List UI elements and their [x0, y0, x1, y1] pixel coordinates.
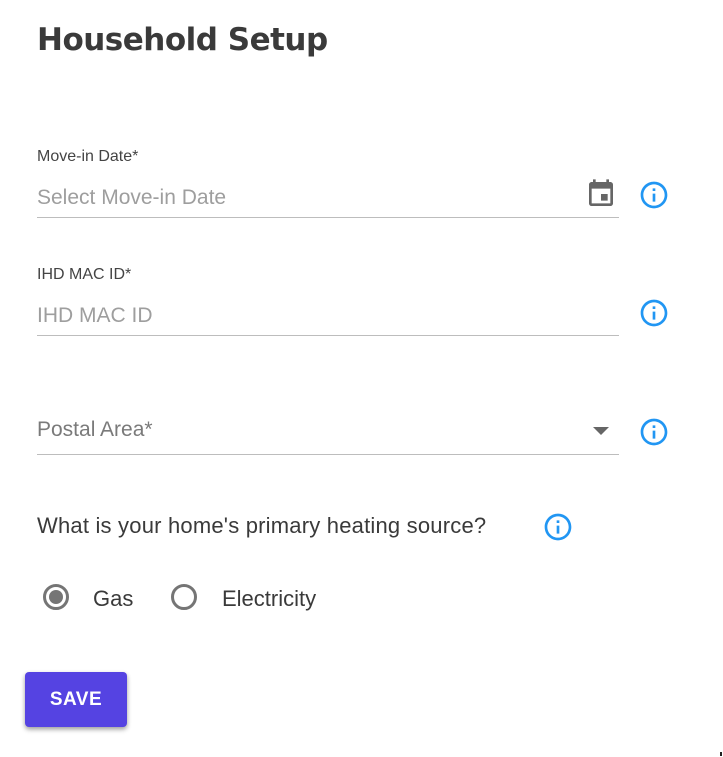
radio-label-electricity: Electricity — [222, 586, 317, 611]
calendar-icon[interactable] — [585, 178, 617, 210]
ihd-mac-id-input[interactable] — [37, 296, 619, 336]
move-in-date-input[interactable] — [37, 178, 619, 218]
radio-button-checked[interactable] — [43, 584, 69, 610]
postal-area-placeholder: Postal Area* — [37, 418, 153, 441]
radio-dot — [49, 590, 63, 604]
info-icon[interactable] — [638, 179, 670, 211]
radio-option-gas[interactable]: Gas — [43, 584, 153, 616]
info-icon[interactable] — [638, 297, 670, 329]
heating-source-question: What is your home's primary heating sour… — [37, 513, 487, 538]
page-title: Household Setup — [37, 22, 328, 58]
corner-mark — [720, 752, 722, 756]
info-icon[interactable] — [542, 511, 574, 543]
ihd-mac-id-label: IHD MAC ID* — [37, 266, 132, 283]
save-button[interactable]: SAVE — [25, 672, 127, 727]
dropdown-arrow-icon — [593, 427, 609, 435]
radio-button-unchecked[interactable] — [171, 584, 197, 610]
radio-label-gas: Gas — [93, 586, 134, 611]
info-icon[interactable] — [638, 416, 670, 448]
postal-area-select[interactable]: Postal Area* — [37, 414, 619, 455]
radio-option-electricity[interactable]: Electricity — [171, 584, 341, 616]
move-in-date-label: Move-in Date* — [37, 148, 139, 165]
